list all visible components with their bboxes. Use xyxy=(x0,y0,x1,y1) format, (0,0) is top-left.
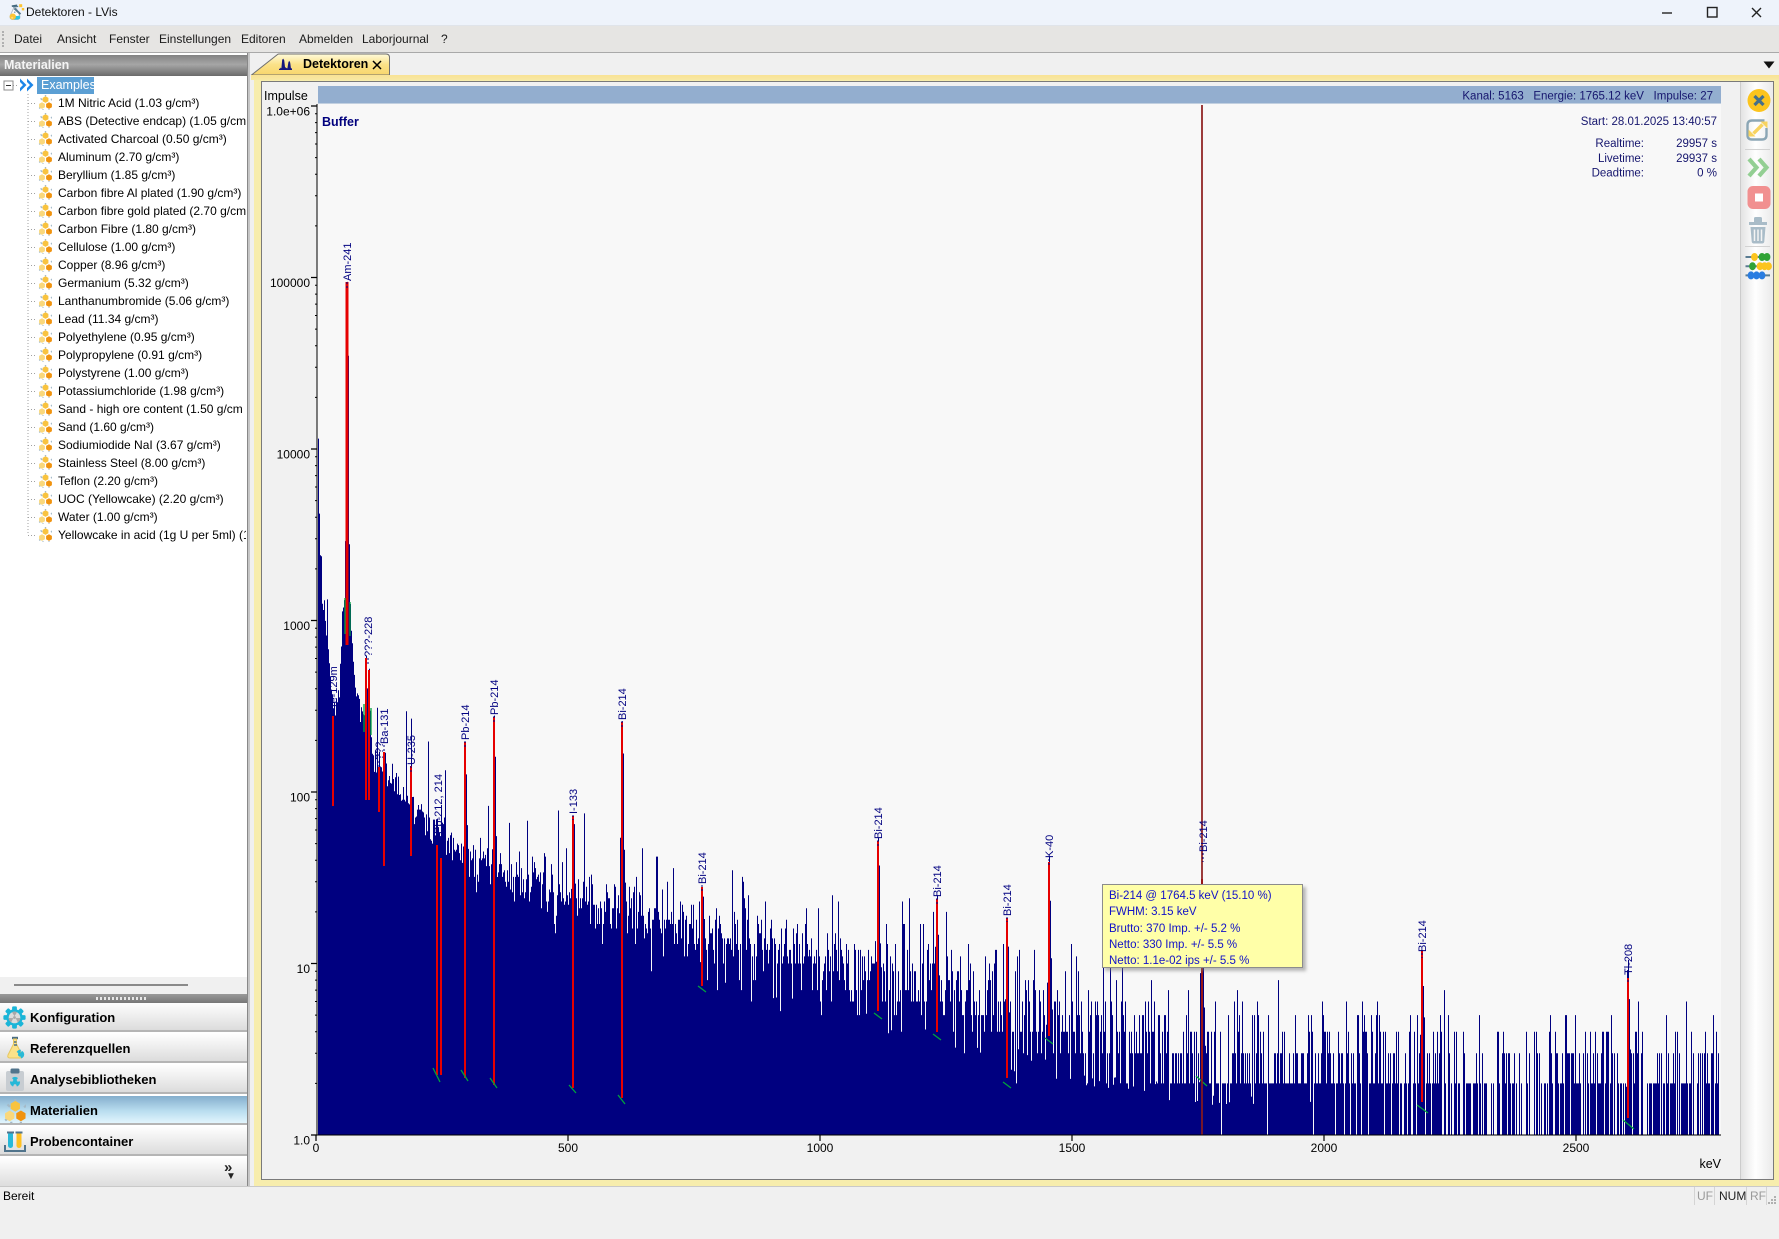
svg-text:Pb-212, 214: Pb-212, 214 xyxy=(433,774,445,834)
svg-text:Pb-214: Pb-214 xyxy=(489,680,501,715)
svg-text:Deadtime:: Deadtime: xyxy=(1592,168,1644,180)
svg-text:10000: 10000 xyxy=(277,448,311,462)
svg-text:2500: 2500 xyxy=(1563,1141,1590,1155)
svg-text:Bi-214: Bi-214 xyxy=(1002,884,1014,916)
svg-text:100: 100 xyxy=(290,791,310,805)
svg-text:1000: 1000 xyxy=(283,619,310,633)
svg-text:1500: 1500 xyxy=(1059,1141,1086,1155)
svg-text:Impulse: Impulse xyxy=(264,89,308,103)
svg-text:1.0e+06: 1.0e+06 xyxy=(266,105,310,119)
svg-text:2000: 2000 xyxy=(1311,1141,1338,1155)
svg-text:Realtime:: Realtime: xyxy=(1595,138,1644,150)
svg-text:500: 500 xyxy=(558,1141,578,1155)
svg-text:0: 0 xyxy=(313,1141,320,1155)
svg-text:Livetime:: Livetime: xyxy=(1598,153,1644,165)
svg-text:Bi-214: Bi-214 xyxy=(932,865,944,897)
svg-text:Te-129m: Te-129m xyxy=(328,666,340,709)
svg-text:???-228: ???-228 xyxy=(363,617,375,657)
svg-text:100000: 100000 xyxy=(270,276,310,290)
svg-text:Kanal: 5163 Energie: 1765.12: Kanal: 5163 Energie: 1765.12 keV Impulse… xyxy=(1462,91,1713,103)
svg-text:I-133: I-133 xyxy=(568,789,580,814)
svg-text:1000: 1000 xyxy=(807,1141,834,1155)
svg-text:Bi-214: Bi-214 xyxy=(697,852,709,884)
svg-text:Am-241: Am-241 xyxy=(342,242,354,281)
svg-text:29957 s: 29957 s xyxy=(1676,138,1717,150)
svg-text:Tl-208: Tl-208 xyxy=(1623,944,1635,975)
svg-text:keV: keV xyxy=(1699,1157,1721,1171)
svg-text:Pb-214: Pb-214 xyxy=(460,705,472,740)
svg-text:U-235: U-235 xyxy=(406,735,418,765)
svg-text:Bi-214: Bi-214 xyxy=(1198,820,1210,852)
svg-text:Bi-214: Bi-214 xyxy=(617,688,629,720)
svg-text:29937 s: 29937 s xyxy=(1676,153,1717,165)
svg-text:Bi-214: Bi-214 xyxy=(873,807,885,839)
svg-text:0 %: 0 % xyxy=(1697,168,1717,180)
svg-text:Ba-131: Ba-131 xyxy=(379,709,391,744)
svg-text:Buffer: Buffer xyxy=(322,115,359,129)
svg-text:K-40: K-40 xyxy=(1044,835,1056,858)
svg-text:10: 10 xyxy=(297,962,311,976)
svg-text:1.0: 1.0 xyxy=(293,1134,310,1148)
svg-text:Bi-214: Bi-214 xyxy=(1417,920,1429,952)
svg-text:Start: 28.01.2025 13:40:57: Start: 28.01.2025 13:40:57 xyxy=(1581,116,1717,128)
